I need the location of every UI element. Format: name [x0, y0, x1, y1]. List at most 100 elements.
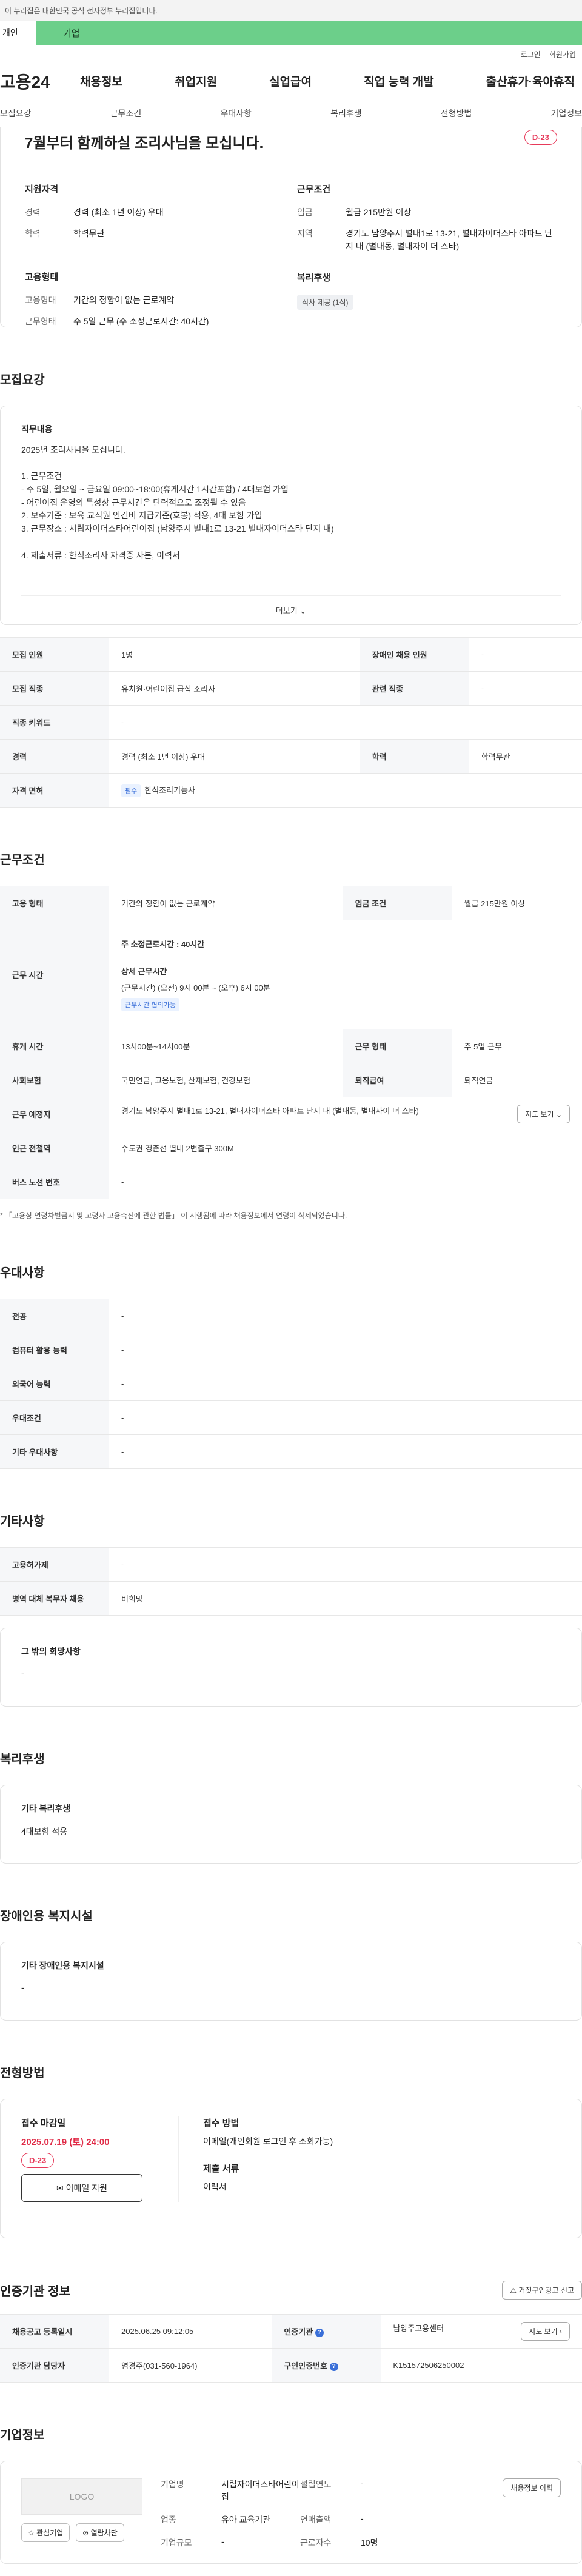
- welfare-box-heading: 기타 복리후생: [21, 1804, 71, 1813]
- table-row: 휴게 시간 13시00분~14시00분 근무 형태 주 5일 근무: [0, 1029, 582, 1063]
- company-value: -: [221, 2537, 224, 2546]
- cond-label: 지역: [297, 229, 313, 238]
- table-row: 기타 우대사항 -: [0, 1434, 582, 1469]
- company-box: LOGO ☆ 관심기업 ⊘ 열람차단 기업명 시립자이더스타어린이집 설립연도 - …: [0, 2461, 582, 2564]
- company-label: 연매출액: [300, 2515, 332, 2524]
- subnav-welfare[interactable]: 복리후생: [330, 107, 362, 119]
- row-label: 구인인증번호 ?: [272, 2348, 381, 2383]
- job-history-button[interactable]: 채용정보 이력: [503, 2478, 561, 2497]
- row-value: -: [121, 1560, 124, 1569]
- cond-value: 경기도 남양주시 별내1로 13-21, 별내자이더스타 아파트 단지 내 (별…: [346, 229, 553, 251]
- etc-table: 고용허가제 - 병역 대체 복무자 채용 비희망: [0, 1547, 582, 1616]
- row-value: 주 5일 근무: [464, 1042, 502, 1051]
- company-section-title: 기업정보: [0, 2429, 45, 2442]
- global-nav: 고용24 채용정보 취업지원 실업급여 직업 능력 개발 출산휴가·육아휴직: [0, 63, 582, 99]
- login-link[interactable]: 로그인: [521, 49, 541, 59]
- menu-vocational-training[interactable]: 직업 능력 개발: [356, 73, 441, 89]
- hours-detail-heading: 상세 근무시간: [121, 967, 167, 976]
- row-value: 1명: [121, 651, 133, 660]
- block-button[interactable]: ⊘ 열람차단: [76, 2523, 124, 2542]
- table-row: 모집 인원 1명 장애인 채용 인원 -: [0, 637, 582, 672]
- row-label: 인증기관 ?: [272, 2314, 381, 2349]
- row-label: 우대조건: [0, 1400, 109, 1435]
- row-label: 인증기관 담당자: [0, 2348, 109, 2383]
- company-logo: LOGO: [21, 2478, 142, 2515]
- mail-icon: ✉: [56, 2183, 64, 2193]
- auth-map-button[interactable]: 지도 보기 ›: [521, 2322, 570, 2341]
- row-label: 기타 우대사항: [0, 1434, 109, 1469]
- row-value: -: [481, 650, 484, 659]
- subnav-recruit[interactable]: 모집요강: [0, 107, 32, 119]
- subnav-work[interactable]: 근무조건: [110, 107, 142, 119]
- row-label: 모집 직종: [0, 671, 109, 706]
- method-value: 이메일(개인회원 로그인 후 조회가능): [203, 2136, 333, 2146]
- site-logo[interactable]: 고용24: [0, 69, 73, 93]
- etc-section-title: 기타사항: [0, 1515, 45, 1528]
- tab-personal[interactable]: 개인: [0, 21, 36, 45]
- menu-employment-support[interactable]: 취업지원: [167, 73, 224, 89]
- row-value: 퇴직연금: [464, 1076, 493, 1085]
- age-note: * 「고용상 연령차별금지 및 고령자 고용촉진에 관한 법률」 이 시행됨에 …: [0, 1211, 347, 1220]
- row-label: 장애인 채용 인원: [360, 637, 469, 672]
- job-description: 2025년 조리사님을 모십니다. 1. 근무조건 - 주 5일, 월요일 ~ …: [21, 445, 334, 560]
- row-value: -: [121, 1447, 124, 1456]
- row-label: 근무 시간: [0, 920, 109, 1029]
- apply-box: 접수 마감일 2025.07.19 (토) 24:00 D-23 ✉ 이메일 지…: [0, 2099, 582, 2238]
- email-apply-button[interactable]: ✉ 이메일 지원: [21, 2174, 142, 2202]
- table-row: 자격 면허 필수 한식조리기능사: [0, 773, 582, 808]
- menu-unemployment-benefit[interactable]: 실업급여: [262, 73, 319, 89]
- company-value: -: [361, 2478, 364, 2488]
- table-row: 우대조건 -: [0, 1400, 582, 1435]
- email-apply-label: 이메일 지원: [65, 2183, 107, 2193]
- row-label: 채용공고 등록일시: [0, 2314, 109, 2349]
- report-label: 거짓구인광고 신고: [518, 2286, 574, 2295]
- menu-parental-leave[interactable]: 출산휴가·육아휴직: [479, 73, 582, 89]
- row-value: 경기도 남양주시 별내1로 13-21, 별내자이더스타 아파트 단지 내 (별…: [109, 1097, 582, 1131]
- menu-jobs[interactable]: 채용정보: [73, 73, 130, 89]
- company-label: 업종: [161, 2515, 176, 2524]
- row-value: 유치원·어린이집 급식 조리사: [121, 684, 216, 694]
- disabled-box-heading: 기타 장애인용 복지시설: [21, 1961, 104, 1970]
- subnav-company[interactable]: 기업정보: [550, 107, 582, 119]
- row-label: 전공: [0, 1299, 109, 1333]
- favorite-button[interactable]: ☆ 관심기업: [21, 2523, 70, 2542]
- gov-banner: 이 누리집은 대한민국 공식 전자정부 누리집입니다.: [0, 0, 582, 21]
- deadline-heading: 접수 마감일: [21, 2118, 66, 2129]
- subnav-preference[interactable]: 우대사항: [220, 107, 252, 119]
- row-label: 휴게 시간: [0, 1029, 109, 1063]
- welfare-section-title: 복리후생: [0, 1753, 45, 1766]
- report-icon: ⚠: [510, 2286, 517, 2295]
- gov-banner-text: 이 누리집은 대한민국 공식 전자정부 누리집입니다.: [5, 6, 158, 15]
- favorite-label: 관심기업: [36, 2529, 64, 2537]
- row-label: 컴퓨터 활용 능력: [0, 1333, 109, 1367]
- report-ad-button[interactable]: ⚠ 거짓구인광고 신고: [502, 2281, 582, 2300]
- emp-value: 기간의 정함이 없는 근로계약: [73, 295, 175, 305]
- auth-section-title: 인증기관 정보: [0, 2285, 70, 2298]
- row-label: 인근 전철역: [0, 1131, 109, 1165]
- hours-chip: 근무시간 협의가능: [121, 998, 180, 1011]
- utility-bar: 로그인 회원가입: [0, 45, 582, 63]
- more-button[interactable]: 더보기 ⌄: [21, 595, 561, 624]
- table-row: 버스 노선 번호 -: [0, 1165, 582, 1199]
- row-label: 근무 형태: [343, 1029, 452, 1063]
- row-label: 고용 형태: [0, 886, 109, 920]
- qual-heading: 지원자격: [25, 184, 59, 195]
- license-name: 한식조리기능사: [144, 785, 195, 795]
- info-icon[interactable]: ?: [329, 2362, 338, 2371]
- table-row: 채용공고 등록일시 2025.06.25 09:12:05 인증기관 ? 남양주고용센…: [0, 2314, 582, 2349]
- disabled-box: 기타 장애인용 복지시설 -: [0, 1942, 582, 2021]
- row-value: 비희망: [121, 1594, 143, 1604]
- subnav-apply[interactable]: 전형방법: [441, 107, 472, 119]
- table-row: 사회보험 국민연금, 고용보험, 산재보험, 건강보험 퇴직급여 퇴직연금: [0, 1063, 582, 1097]
- desc-heading: 직무내용: [21, 424, 53, 434]
- row-value: -: [121, 1177, 124, 1186]
- join-link[interactable]: 회원가입: [549, 49, 576, 59]
- tab-company[interactable]: 기업: [36, 21, 582, 45]
- map-button[interactable]: 지도 보기 ⌄: [517, 1105, 570, 1123]
- user-type-tabs: 개인 기업: [0, 21, 582, 45]
- table-row: 모집 직종 유치원·어린이집 급식 조리사 관련 직종 -: [0, 671, 582, 706]
- row-value: 필수 한식조리기능사: [109, 774, 582, 808]
- info-icon[interactable]: ?: [315, 2328, 324, 2337]
- auth-map-label: 지도 보기: [529, 2327, 558, 2336]
- company-label: 설립연도: [300, 2480, 332, 2489]
